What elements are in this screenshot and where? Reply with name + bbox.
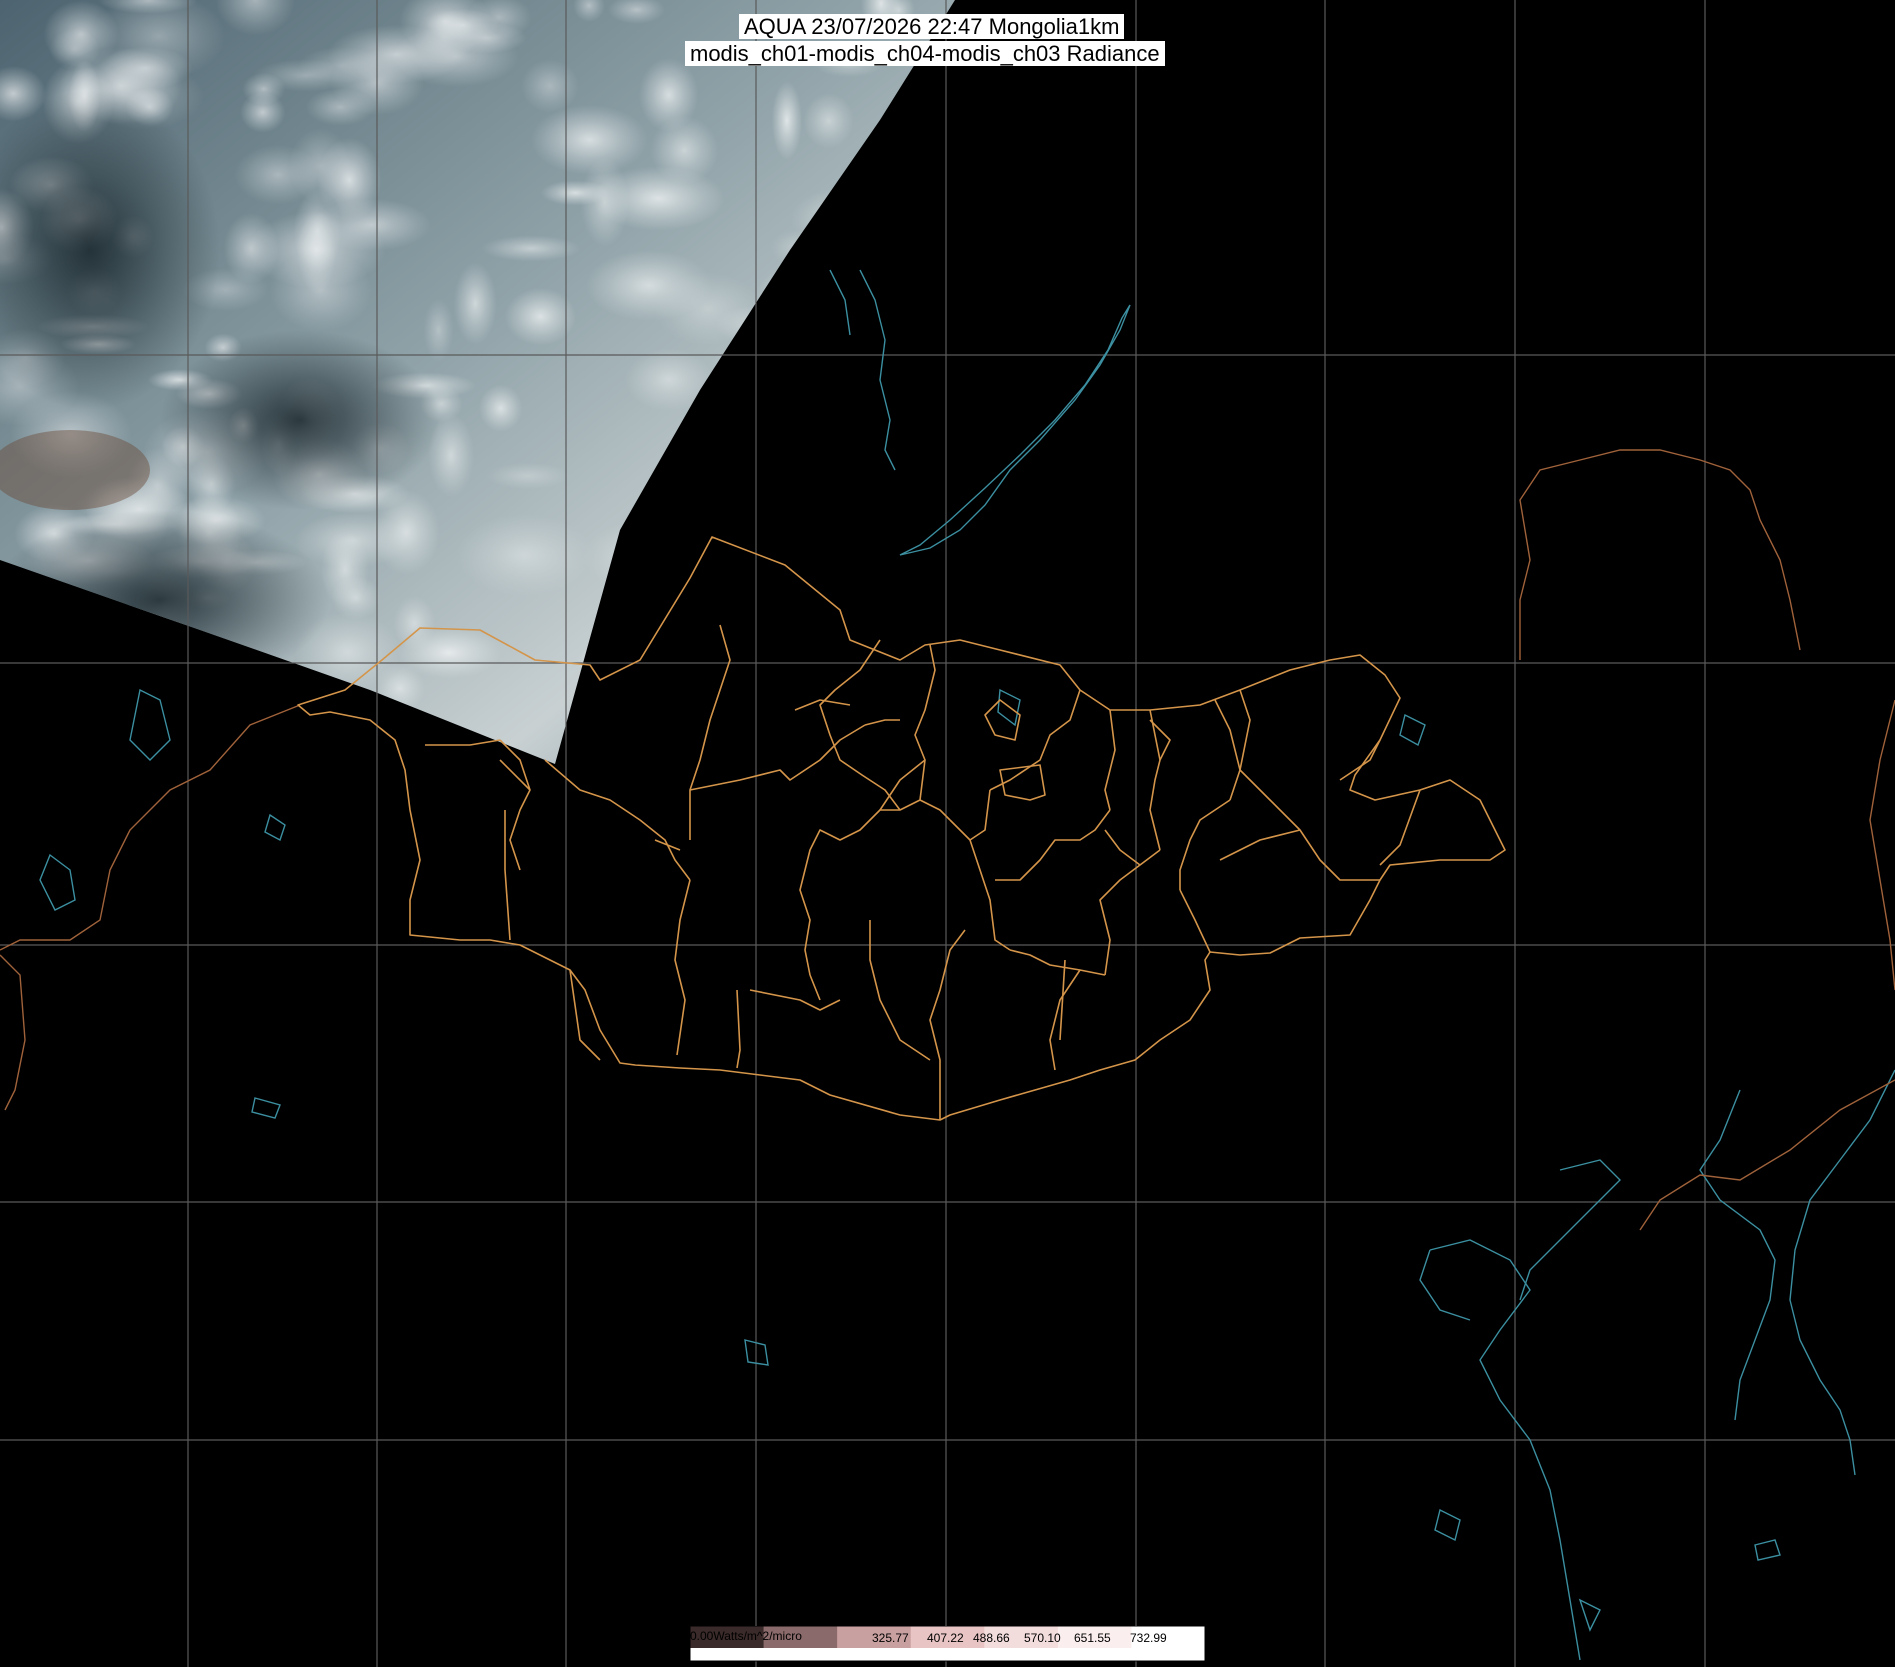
cloud-patch (234, 144, 322, 205)
cloud-patch (531, 104, 648, 175)
cloud-patch (790, 185, 918, 252)
cloud-patch (803, 557, 936, 594)
cloud-patch (504, 287, 577, 346)
map-viewer: AQUA 23/07/2026 22:47 Mongolia1km modis_… (0, 0, 1895, 1667)
map-subtitle: modis_ch01-modis_ch04-modis_ch03 Radianc… (685, 41, 1165, 66)
cloud-patch (766, 447, 837, 520)
cloud-patch (753, 360, 893, 425)
bohai-coast (1429, 1239, 1581, 1661)
cloud-patch (767, 362, 855, 436)
cloud-patch (479, 384, 523, 432)
cloud-patch (687, 687, 730, 741)
cloud-patch (785, 393, 825, 425)
cloud-patch (240, 91, 286, 133)
cloud-patch (820, 206, 899, 262)
cloud-patch (662, 515, 781, 584)
cloud-patch (521, 59, 579, 113)
cloud-patch (393, 595, 436, 651)
colorbar-tick-label: 732.99 (1130, 1631, 1167, 1645)
colorbar-unit-label: 0.00Watts/m^2/micro (690, 1629, 802, 1643)
colorbar-label-strip (690, 1648, 1205, 1661)
cloud-patch (592, 166, 725, 231)
cloud-patch (803, 93, 854, 149)
colorbar-tick-label: 570.10 (1024, 1631, 1061, 1645)
cloud-patch (717, 498, 810, 583)
cloud-patch (221, 668, 317, 699)
cloud-patch (867, 153, 904, 229)
cloud-patch (755, 264, 840, 334)
lake-baikal (899, 304, 1131, 556)
cloud-patch (485, 462, 570, 490)
cloud-patch (269, 250, 373, 332)
cloud-patch (317, 137, 382, 223)
cloud-patch (582, 521, 694, 591)
korea-coast (1789, 1069, 1895, 1476)
cloud-patch (711, 338, 830, 389)
cloud-patch (767, 307, 824, 370)
cloud-patch (771, 80, 803, 160)
cloud-patch (828, 297, 955, 360)
cloud-patch (867, 440, 915, 509)
cloud-patch (809, 631, 934, 704)
cloud-patch (813, 564, 890, 591)
cloud-patch (852, 429, 910, 467)
colorbar-tick-label: 407.22 (927, 1631, 964, 1645)
cloud-patch (702, 365, 765, 443)
colorbar-tick-label: 488.66 (973, 1631, 1010, 1645)
cloud-patch (624, 348, 713, 411)
colorbar-tick-label: 651.55 (1074, 1631, 1111, 1645)
cloud-patch (111, 661, 151, 740)
map-title: AQUA 23/07/2026 22:47 Mongolia1km (739, 14, 1125, 39)
cloud-patch (456, 513, 593, 597)
satellite-map (0, 0, 1895, 1667)
cloud-patch (681, 479, 742, 541)
cloud-patch (423, 298, 454, 362)
cloud-patch (584, 632, 635, 706)
cloud-patch (776, 496, 812, 543)
cloud-patch (453, 262, 497, 345)
cloud-patch (585, 250, 713, 321)
cloud-patch (660, 452, 706, 488)
colorbar-tick-label: 325.77 (872, 1631, 909, 1645)
satellite-swath (0, 0, 955, 764)
